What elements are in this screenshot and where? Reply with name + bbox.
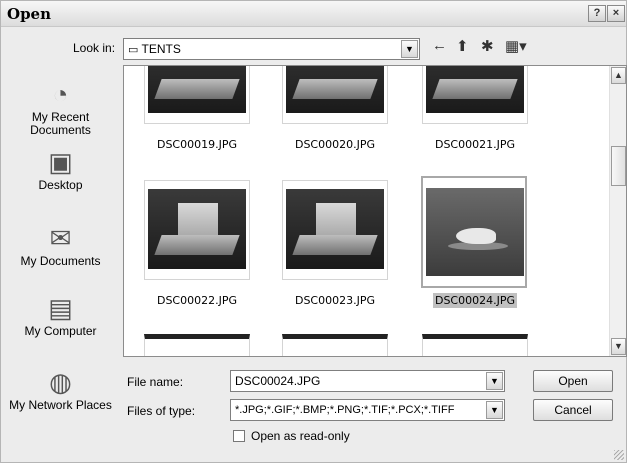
title-bar[interactable]: Open ? ×: [1, 1, 626, 27]
chevron-down-icon[interactable]: ▼: [486, 401, 503, 419]
photo-detail: [292, 79, 378, 99]
file-thumbnail[interactable]: [144, 180, 250, 280]
read-only-label[interactable]: Open as read-only: [251, 429, 350, 443]
close-button[interactable]: ×: [607, 5, 625, 22]
place-my-computer[interactable]: ▤ My Computer: [5, 293, 116, 338]
photo-detail: [292, 235, 378, 255]
place-label: My Recent Documents: [30, 110, 91, 137]
file-name-input[interactable]: DSC00024.JPG: [235, 374, 320, 388]
file-thumbnail[interactable]: [144, 334, 250, 356]
place-label: My Computer: [24, 324, 97, 338]
files-of-type-label: Files of type:: [127, 404, 196, 418]
place-label: Desktop: [38, 178, 83, 192]
look-in-combo[interactable]: ▭ TENTS ▼: [123, 38, 420, 60]
file-name-label-text: File name:: [127, 375, 184, 389]
photo-detail: [154, 235, 240, 255]
file-name-label[interactable]: DSC00022.JPG: [137, 294, 257, 307]
file-thumbnail[interactable]: [282, 66, 388, 124]
file-thumbnail[interactable]: [422, 334, 528, 356]
look-in-value: ▭ TENTS: [128, 42, 181, 56]
files-of-type-value: *.JPG;*.GIF;*.BMP;*.PNG;*.TIF;*.PCX;*.TI…: [235, 404, 455, 416]
network-places-icon: ◍: [49, 367, 72, 397]
chevron-down-icon[interactable]: ▼: [486, 372, 503, 390]
folder-icon: ▭: [128, 44, 139, 56]
scroll-thumb[interactable]: [611, 146, 626, 186]
place-my-documents[interactable]: ✉ My Documents: [5, 223, 116, 268]
scroll-up-icon[interactable]: ▲: [611, 67, 626, 84]
file-name-label-selected[interactable]: DSC00024.JPG: [415, 293, 535, 308]
scroll-down-icon[interactable]: ▼: [611, 338, 626, 355]
window-title: Open: [7, 5, 52, 23]
read-only-checkbox[interactable]: [233, 430, 245, 442]
file-thumbnail-selected[interactable]: [421, 176, 527, 288]
my-computer-icon: ▤: [48, 293, 73, 323]
recent-documents-icon: ◔: [52, 79, 69, 109]
up-folder-icon[interactable]: ⬆: [456, 37, 469, 55]
file-thumbnail[interactable]: [282, 334, 388, 356]
my-documents-icon: ✉: [49, 223, 72, 253]
photo-detail: [154, 79, 240, 99]
place-label: My Network Places: [9, 398, 112, 412]
open-button[interactable]: Open: [533, 370, 613, 392]
files-of-type-combo[interactable]: *.JPG;*.GIF;*.BMP;*.PNG;*.TIF;*.PCX;*.TI…: [230, 399, 505, 421]
photo-image: [286, 189, 384, 269]
file-name-label[interactable]: DSC00020.JPG: [275, 138, 395, 151]
open-dialog: Open ? × Look in: ▭ TENTS ▼ ← ⬆ ✱ ▦▾ ◔ M…: [0, 0, 627, 463]
place-desktop[interactable]: ▣ Desktop: [5, 147, 116, 192]
places-bar: ◔ My Recent Documents ▣ Desktop ✉ My Doc…: [5, 67, 116, 449]
chevron-down-icon[interactable]: ▼: [401, 40, 418, 58]
views-menu-icon[interactable]: ▦▾: [505, 37, 527, 55]
file-name-label[interactable]: DSC00023.JPG: [275, 294, 395, 307]
new-folder-icon[interactable]: ✱: [481, 37, 494, 55]
place-label: My Documents: [20, 254, 101, 268]
file-name-label[interactable]: DSC00019.JPG: [137, 138, 257, 151]
photo-image: [148, 189, 246, 269]
desktop-icon: ▣: [48, 147, 73, 177]
file-list-view[interactable]: DSC00019.JPG DSC00020.JPG DSC00021.JPG D…: [123, 65, 627, 357]
file-thumbnail[interactable]: [282, 180, 388, 280]
help-button[interactable]: ?: [588, 5, 606, 22]
look-in-label: Look in:: [73, 41, 116, 55]
selected-file-name: DSC00024.JPG: [432, 293, 518, 308]
photo-image: [148, 66, 246, 113]
resize-grip-icon[interactable]: [614, 450, 624, 460]
place-my-recent-documents[interactable]: ◔ My Recent Documents: [5, 79, 116, 137]
photo-image: [286, 66, 384, 113]
file-thumbnail[interactable]: [144, 66, 250, 124]
photo-image: [426, 188, 524, 276]
photo-detail: [456, 228, 496, 244]
file-name-label[interactable]: DSC00021.JPG: [415, 138, 535, 151]
back-icon[interactable]: ←: [432, 37, 447, 54]
cancel-button[interactable]: Cancel: [533, 399, 613, 421]
place-my-network-places[interactable]: ◍ My Network Places: [5, 367, 116, 412]
file-name-combo[interactable]: DSC00024.JPG ▼: [230, 370, 505, 392]
photo-detail: [432, 79, 518, 99]
look-in-text: TENTS: [141, 42, 181, 56]
vertical-scrollbar[interactable]: ▲ ▼: [609, 66, 626, 356]
photo-image: [426, 66, 524, 113]
file-thumbnail[interactable]: [422, 66, 528, 124]
